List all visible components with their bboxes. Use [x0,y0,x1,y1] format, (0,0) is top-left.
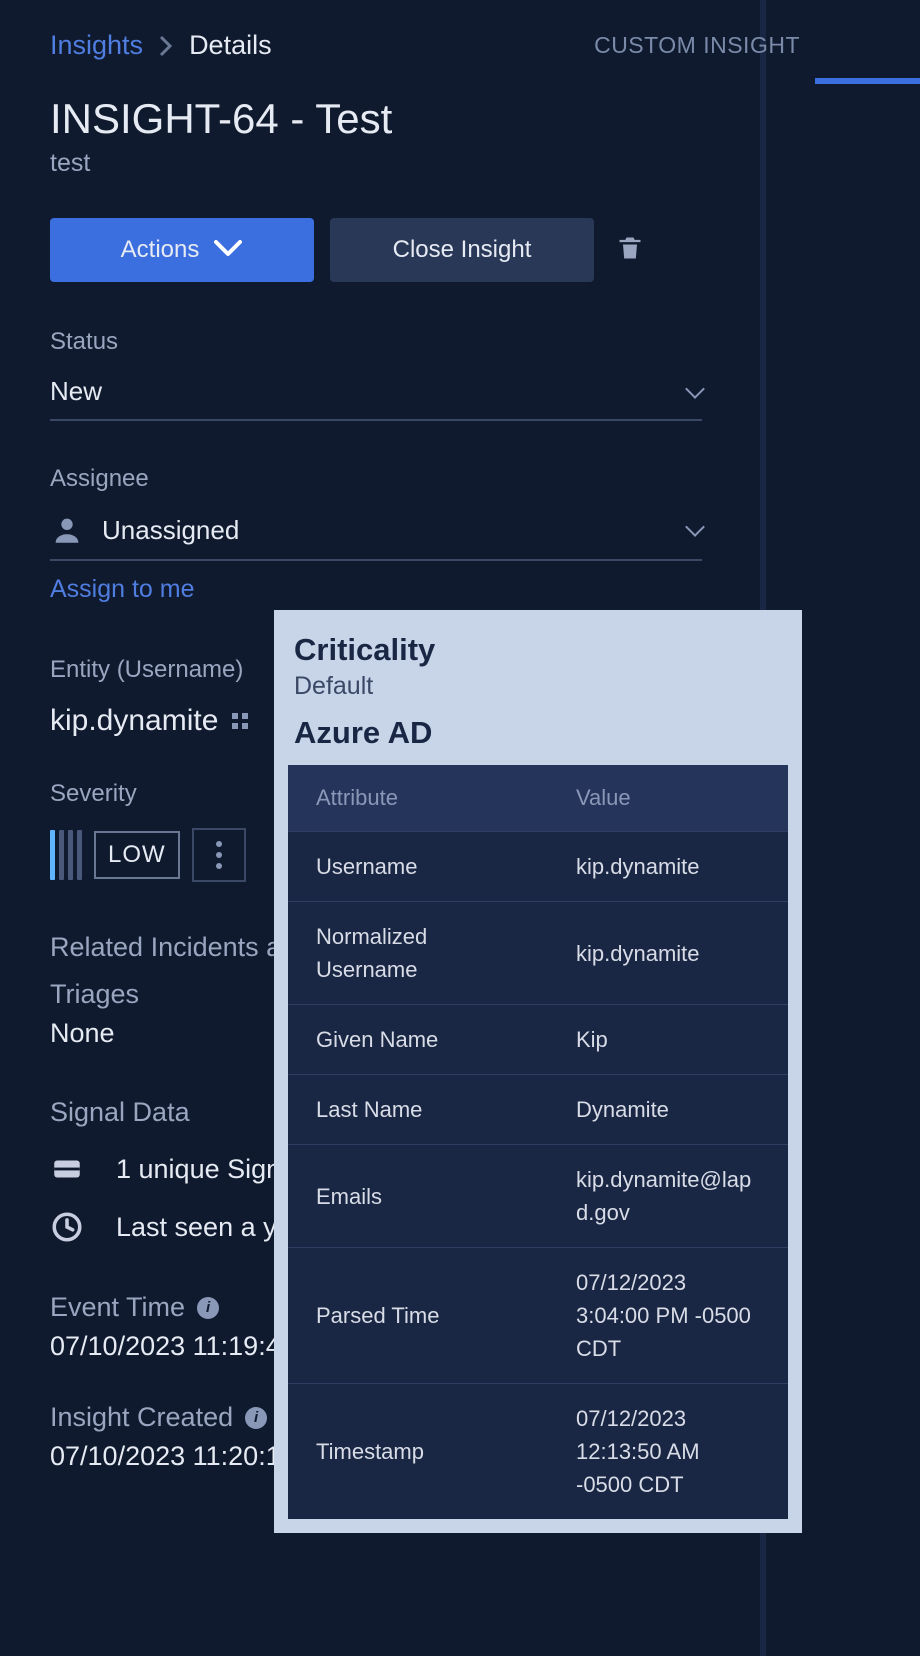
breadcrumb-link-insights[interactable]: Insights [50,30,143,61]
val-cell: kip.dynamite@lapd.gov [548,1145,788,1248]
attr-cell: Emails [288,1145,548,1248]
assignee-label: Assignee [50,465,710,493]
entity-details-popover: Criticality Default Azure AD Attribute V… [274,610,802,1533]
val-cell: kip.dynamite [548,902,788,1005]
table-row: Usernamekip.dynamite [288,832,788,902]
assignee-select[interactable]: Unassigned [50,513,702,561]
table-row: Timestamp07/12/2023 12:13:50 AM -0500 CD… [288,1384,788,1520]
table-row: Last NameDynamite [288,1075,788,1145]
val-cell: Dynamite [548,1075,788,1145]
clock-icon [50,1210,84,1244]
azure-ad-table: Attribute Value Usernamekip.dynamite Nor… [288,765,788,1519]
close-insight-label: Close Insight [393,236,532,264]
assignee-value: Unassigned [102,515,239,546]
val-cell: Kip [548,1005,788,1075]
trash-icon[interactable] [616,232,642,269]
kebab-icon [216,841,222,869]
criticality-value: Default [288,672,788,701]
insight-created-label: Insight Created [50,1402,233,1433]
user-icon [50,513,84,547]
attr-cell: Username [288,832,548,902]
severity-more-button[interactable] [192,828,246,882]
val-cell: kip.dynamite [548,832,788,902]
attr-cell: Parsed Time [288,1248,548,1384]
actions-button-label: Actions [121,236,200,264]
info-icon[interactable]: i [197,1297,219,1319]
attr-cell: Normalized Username [288,902,548,1005]
chevron-down-icon [685,517,705,537]
azure-ad-heading: Azure AD [288,715,788,751]
signal-icon [50,1152,84,1186]
severity-badge: LOW [94,831,180,879]
actions-button[interactable]: Actions [50,218,314,282]
entity-value: kip.dynamite [50,704,218,738]
status-label: Status [50,328,710,356]
chevron-right-icon [159,35,173,57]
val-cell: 07/12/2023 12:13:50 AM -0500 CDT [548,1384,788,1520]
breadcrumb: Insights Details [50,30,710,61]
tab-indicator [815,78,920,84]
val-cell: 07/12/2023 3:04:00 PM -0500 CDT [548,1248,788,1384]
page-subtitle: test [50,149,710,178]
table-row: Emailskip.dynamite@lapd.gov [288,1145,788,1248]
chevron-down-icon [685,379,705,399]
status-select[interactable]: New [50,376,702,421]
event-time-label: Event Time [50,1292,185,1323]
attr-cell: Given Name [288,1005,548,1075]
attr-cell: Timestamp [288,1384,548,1520]
table-row: Parsed Time07/12/2023 3:04:00 PM -0500 C… [288,1248,788,1384]
severity-bars-icon [50,830,82,880]
status-value: New [50,376,102,407]
chevron-down-icon [213,236,243,264]
close-insight-button[interactable]: Close Insight [330,218,594,282]
table-header-attribute: Attribute [288,765,548,832]
table-row: Given NameKip [288,1005,788,1075]
table-row: Normalized Usernamekip.dynamite [288,902,788,1005]
table-header-value: Value [548,765,788,832]
attr-cell: Last Name [288,1075,548,1145]
page-title: INSIGHT-64 - Test [50,95,710,143]
drag-handle-icon[interactable] [232,713,248,729]
breadcrumb-current: Details [189,30,272,61]
assign-to-me-link[interactable]: Assign to me [50,575,710,604]
criticality-heading: Criticality [288,632,788,668]
info-icon[interactable]: i [245,1407,267,1429]
